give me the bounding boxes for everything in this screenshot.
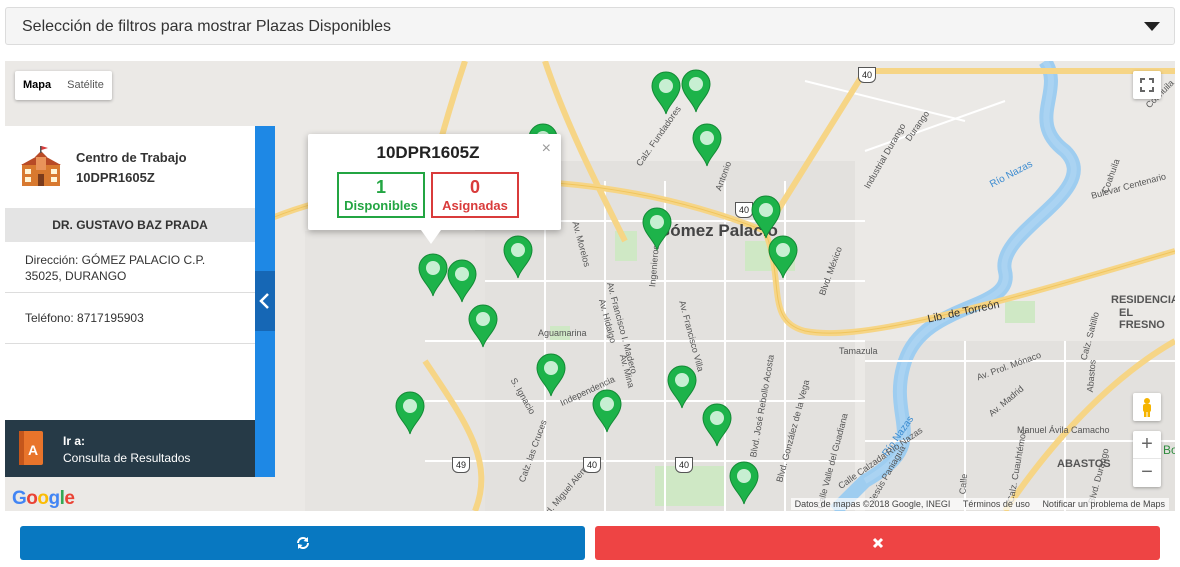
map-marker-icon[interactable]	[502, 235, 534, 279]
zoom-in-button[interactable]: +	[1133, 431, 1161, 459]
map-marker-icon[interactable]	[591, 389, 623, 433]
map-label-manuel-avila: Manuel Ávila Camacho	[1017, 425, 1110, 435]
zoom-out-button[interactable]: −	[1133, 459, 1161, 487]
map-marker-icon[interactable]	[535, 353, 567, 397]
map-type-map-button[interactable]: Mapa	[15, 71, 59, 100]
highway-shield-49: 49	[452, 457, 470, 473]
school-name: DR. GUSTAVO BAZ PRADA	[5, 208, 255, 242]
map-view[interactable]: Gómez Palacio Lib. de Torreón Río Nazas …	[5, 61, 1175, 511]
map-marker-icon[interactable]	[767, 235, 799, 279]
available-box: 1 Disponibles	[337, 172, 425, 218]
highway-shield-40-c: 40	[583, 457, 601, 473]
chevron-down-icon[interactable]	[1144, 22, 1160, 31]
fullscreen-button[interactable]	[1133, 71, 1161, 99]
svg-text:A: A	[28, 442, 38, 458]
map-type-control[interactable]: Mapa Satélite	[15, 71, 112, 100]
panel-strip	[255, 126, 275, 477]
map-label-calle: Calle	[957, 473, 970, 495]
goto-results-link[interactable]: A Ir a: Consulta de Resultados	[5, 420, 255, 477]
map-marker-icon[interactable]	[394, 391, 426, 435]
available-label: Disponibles	[344, 198, 418, 213]
google-logo: Google	[12, 488, 75, 509]
report-link[interactable]: Notificar un problema de Maps	[1042, 499, 1165, 509]
map-label-aguamarina: Aguamarina	[538, 328, 587, 338]
terms-link[interactable]: Términos de uso	[963, 499, 1030, 509]
map-marker-icon[interactable]	[641, 207, 673, 251]
zoom-control[interactable]: + −	[1133, 431, 1161, 487]
info-window: 10DPR1605Z × 1 Disponibles 0 Asignadas	[308, 134, 561, 244]
attribution-data: Datos de mapas ©2018 Google, INEGI	[794, 499, 951, 509]
map-marker-icon[interactable]	[417, 253, 449, 297]
goto-target: Consulta de Resultados	[63, 451, 191, 465]
assigned-label: Asignadas	[442, 198, 508, 213]
assigned-count: 0	[469, 177, 480, 197]
available-count: 1	[375, 177, 386, 197]
highway-shield-40-a: 40	[858, 67, 876, 83]
work-center-code: 10DPR1605Z	[76, 170, 155, 185]
refresh-icon	[296, 537, 309, 549]
chevron-left-icon	[259, 293, 269, 309]
map-marker-icon[interactable]	[446, 259, 478, 303]
filter-title: Selección de filtros para mostrar Plazas…	[22, 18, 392, 35]
map-marker-icon[interactable]	[650, 71, 682, 115]
close-icon	[872, 537, 883, 549]
info-window-code: 10DPR1605Z	[376, 143, 480, 162]
pegman-icon	[1143, 398, 1151, 417]
work-center-label: Centro de Trabajo	[76, 150, 187, 165]
goto-label: Ir a:	[63, 434, 86, 448]
school-icon	[21, 146, 61, 186]
map-marker-icon[interactable]	[728, 461, 760, 505]
map-marker-icon[interactable]	[680, 69, 712, 113]
refresh-button[interactable]	[20, 526, 585, 560]
school-info-panel: Centro de Trabajo 10DPR1605Z DR. GUSTAVO…	[5, 126, 255, 477]
school-address: Dirección: GÓMEZ PALACIO C.P. 35025, DUR…	[5, 242, 255, 293]
map-label-residencial: RESIDENCIAL	[1111, 294, 1175, 306]
map-label-el-fresno: EL FRESNO	[1119, 307, 1165, 331]
map-marker-icon[interactable]	[467, 304, 499, 348]
collapse-panel-button[interactable]	[255, 271, 275, 331]
school-phone: Teléfono: 8717195903	[5, 293, 255, 344]
map-label-bo: Bo	[1163, 443, 1175, 457]
map-marker-icon[interactable]	[750, 195, 782, 239]
filter-header[interactable]: Selección de filtros para mostrar Plazas…	[5, 7, 1175, 45]
close-icon[interactable]: ×	[542, 140, 551, 158]
assigned-box: 0 Asignadas	[431, 172, 519, 218]
work-center-header: Centro de Trabajo 10DPR1605Z	[5, 126, 255, 208]
map-marker-icon[interactable]	[666, 365, 698, 409]
map-marker-icon[interactable]	[701, 403, 733, 447]
map-marker-icon[interactable]	[691, 123, 723, 167]
map-type-satellite-button[interactable]: Satélite	[59, 71, 112, 100]
close-button[interactable]	[595, 526, 1160, 560]
map-attribution: Datos de mapas ©2018 Google, INEGI Térmi…	[790, 498, 1169, 510]
map-label-tamazula: Tamazula	[839, 346, 878, 356]
fullscreen-icon	[1140, 78, 1154, 92]
highway-shield-40-d: 40	[675, 457, 693, 473]
street-view-button[interactable]	[1133, 393, 1161, 421]
book-icon: A	[19, 431, 43, 465]
